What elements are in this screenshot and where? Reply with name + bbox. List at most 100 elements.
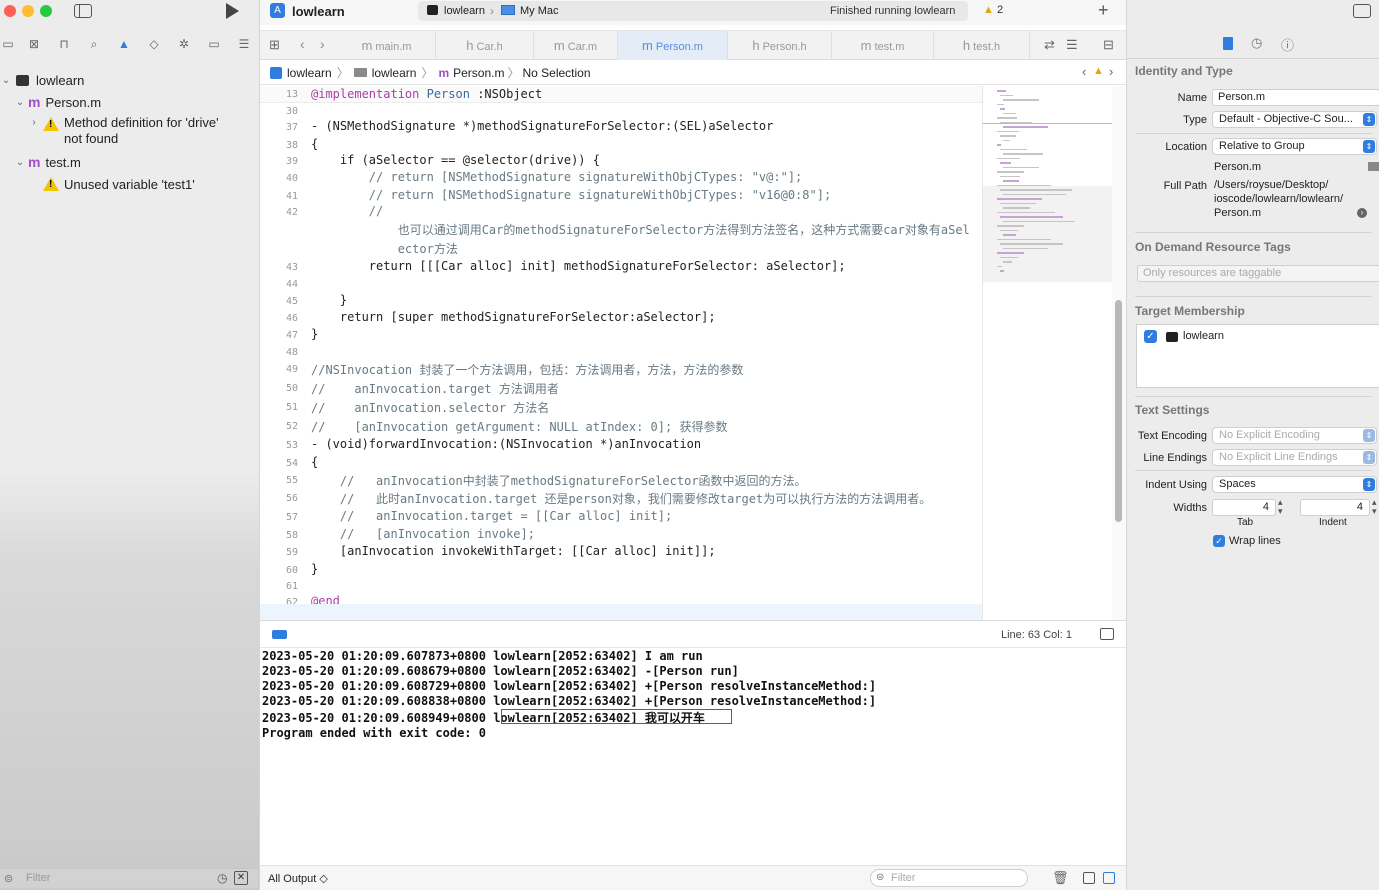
code-line: - (void)forwardInvocation:(NSInvocation … bbox=[311, 437, 702, 451]
endings-popup[interactable]: No Explicit Line Endings ⇕ bbox=[1212, 449, 1377, 466]
minimap-line bbox=[997, 130, 1019, 132]
tree-file-label: Person.m bbox=[45, 94, 102, 110]
line-number: 56 bbox=[285, 493, 298, 504]
trash-icon[interactable]: 🗑 bbox=[1052, 870, 1069, 886]
console-filter[interactable]: ⊜ Filter bbox=[870, 869, 1028, 887]
back-arrow-icon[interactable]: ‹ bbox=[300, 36, 305, 52]
tab-person-m[interactable]: m Person.m bbox=[618, 31, 728, 60]
minimap-line bbox=[1000, 175, 1020, 177]
forward-arrow-icon[interactable]: › bbox=[320, 36, 325, 52]
tab-main[interactable]: m main.m bbox=[338, 31, 436, 60]
breakpoints-toggle-icon[interactable] bbox=[272, 630, 287, 639]
search-icon[interactable]: ⌕ bbox=[86, 36, 102, 52]
file-inspector-icon[interactable] bbox=[1223, 37, 1233, 50]
report-icon[interactable]: ☰ bbox=[236, 36, 252, 52]
chevron-down-icon[interactable]: ⌄ bbox=[14, 97, 26, 108]
next-issue-icon[interactable]: › bbox=[1109, 64, 1113, 79]
tab-test-m[interactable]: m test.m bbox=[832, 31, 934, 60]
code-line: return [super methodSignatureForSelector… bbox=[311, 310, 716, 324]
history-icon[interactable]: ◷ bbox=[1251, 35, 1262, 51]
location-popup[interactable]: Relative to Group ⇕ bbox=[1212, 138, 1377, 155]
debug-bar: Line: 63 Col: 1 bbox=[260, 620, 1126, 648]
vertical-scrollbar-thumb[interactable] bbox=[1115, 300, 1122, 522]
test-navigator-icon[interactable]: ◇ bbox=[146, 36, 162, 52]
tab-test-h[interactable]: h test.h bbox=[934, 31, 1030, 60]
tab-car-h[interactable]: h Car.h bbox=[436, 31, 534, 60]
breakpoint-icon[interactable]: ▭ bbox=[206, 36, 222, 52]
debug-icon[interactable]: ✲ bbox=[176, 36, 192, 52]
jump-file[interactable]: Person.m bbox=[453, 66, 504, 80]
location-label: Location bbox=[1165, 141, 1207, 153]
run-button[interactable] bbox=[226, 3, 239, 19]
scheme-target[interactable]: lowlearn bbox=[444, 5, 485, 17]
tree-root[interactable]: ⌄ lowlearn bbox=[0, 69, 258, 91]
issue-navigator-icon[interactable]: ▲ bbox=[116, 36, 132, 52]
output-selector[interactable]: All Output ◇ bbox=[268, 872, 328, 885]
line-number: 40 bbox=[285, 173, 298, 184]
variables-view-icon[interactable] bbox=[1083, 872, 1095, 884]
console-filter-input[interactable]: Filter bbox=[891, 872, 915, 884]
tab-person-h[interactable]: h Person.h bbox=[728, 31, 832, 60]
editor-options-icon[interactable]: ☰ bbox=[1066, 37, 1078, 53]
section-title: On Demand Resource Tags bbox=[1135, 240, 1291, 254]
line-number: 44 bbox=[285, 279, 298, 290]
source-control-icon[interactable]: ⊠ bbox=[26, 36, 42, 52]
chevron-down-icon[interactable]: ⌄ bbox=[14, 157, 26, 168]
jump-folder[interactable]: lowlearn bbox=[372, 66, 417, 80]
warning-count-badge[interactable]: ▲ 2 bbox=[983, 4, 1003, 16]
tree-warning-unused[interactable]: Unused variable 'test1' bbox=[0, 173, 258, 195]
sidebar-toggle-icon[interactable] bbox=[74, 4, 92, 18]
add-icon[interactable]: + bbox=[1098, 0, 1109, 21]
activity-view[interactable]: lowlearn › My Mac Finished running lowle… bbox=[418, 1, 968, 21]
tab-stepper-icon[interactable]: ▴ ▾ bbox=[1278, 498, 1283, 516]
tree-file-person[interactable]: ⌄ m Person.m bbox=[0, 91, 258, 113]
hide-debug-area-icon[interactable] bbox=[1100, 628, 1114, 640]
scheme-device[interactable]: My Mac bbox=[520, 5, 559, 17]
type-popup[interactable]: Default - Objective-C Sou... ⇕ bbox=[1212, 111, 1377, 128]
grid-icon[interactable]: ⊞ bbox=[269, 37, 280, 53]
minimap[interactable] bbox=[982, 86, 1113, 620]
folder-icon[interactable] bbox=[1368, 162, 1379, 171]
code-line: // 此时anInvocation.target 还是person对象，我们需要… bbox=[311, 492, 932, 506]
filter-input[interactable]: Filter bbox=[26, 872, 50, 884]
console-output[interactable]: 2023-05-20 01:20:09.607873+0800 lowlearn… bbox=[260, 648, 1126, 863]
wrap-lines-checkbox[interactable]: ✓ bbox=[1213, 535, 1225, 547]
tab-label: Person.h bbox=[762, 41, 807, 53]
name-field[interactable]: Person.m bbox=[1212, 89, 1379, 106]
encoding-popup[interactable]: No Explicit Encoding ⇕ bbox=[1212, 427, 1377, 444]
minimize-window-button[interactable] bbox=[22, 5, 34, 17]
chevron-down-icon[interactable]: ⌄ bbox=[0, 75, 12, 86]
split-editor-icon[interactable]: ⊟ bbox=[1103, 37, 1114, 53]
previous-issue-icon[interactable]: ‹ bbox=[1082, 64, 1086, 79]
folder-icon[interactable]: ▭ bbox=[0, 36, 16, 52]
close-window-button[interactable] bbox=[4, 5, 16, 17]
code-line: // return [NSMethodSignature signatureWi… bbox=[311, 188, 832, 202]
warning-icon[interactable]: ▲ bbox=[1093, 65, 1104, 77]
target-checkbox[interactable]: ✓ bbox=[1144, 330, 1157, 343]
indent-width-field[interactable]: 4 bbox=[1300, 499, 1370, 516]
reveal-arrow-icon[interactable]: › bbox=[1357, 208, 1367, 218]
code-line: } bbox=[311, 562, 319, 576]
hierarchy-icon[interactable]: ⊓ bbox=[56, 36, 72, 52]
indent-stepper-icon[interactable]: ▴ ▾ bbox=[1372, 498, 1377, 516]
issues-filter-icon[interactable]: ✕ bbox=[234, 871, 248, 885]
indent-popup[interactable]: Spaces ⇕ bbox=[1212, 476, 1377, 493]
related-items-icon[interactable]: ⇄ bbox=[1044, 37, 1055, 53]
tree-warning-drive[interactable]: › Method definition for 'drive' not foun… bbox=[28, 115, 258, 151]
inspector-toggle-icon[interactable] bbox=[1353, 4, 1371, 18]
help-icon[interactable]: ⓘ bbox=[1281, 35, 1294, 54]
jump-selection[interactable]: No Selection bbox=[522, 66, 590, 80]
tab-sub-label: Tab bbox=[1237, 517, 1254, 528]
warning-label: Unused variable 'test1' bbox=[64, 176, 195, 192]
console-view-icon[interactable] bbox=[1103, 872, 1115, 884]
chevron-right-icon: 〉 bbox=[507, 66, 520, 80]
jump-project[interactable]: lowlearn bbox=[287, 66, 332, 80]
source-editor[interactable]: 13 @implementation Person :NSObject 30 37… bbox=[260, 86, 982, 620]
recent-icon[interactable]: ◷ bbox=[217, 871, 227, 885]
code-line: } bbox=[311, 327, 319, 341]
chevron-right-icon[interactable]: › bbox=[28, 117, 40, 151]
tab-width-field[interactable]: 4 bbox=[1212, 499, 1276, 516]
tab-car-m[interactable]: m Car.m bbox=[534, 31, 618, 60]
tree-file-test[interactable]: ⌄ m test.m bbox=[0, 151, 258, 173]
zoom-window-button[interactable] bbox=[40, 5, 52, 17]
